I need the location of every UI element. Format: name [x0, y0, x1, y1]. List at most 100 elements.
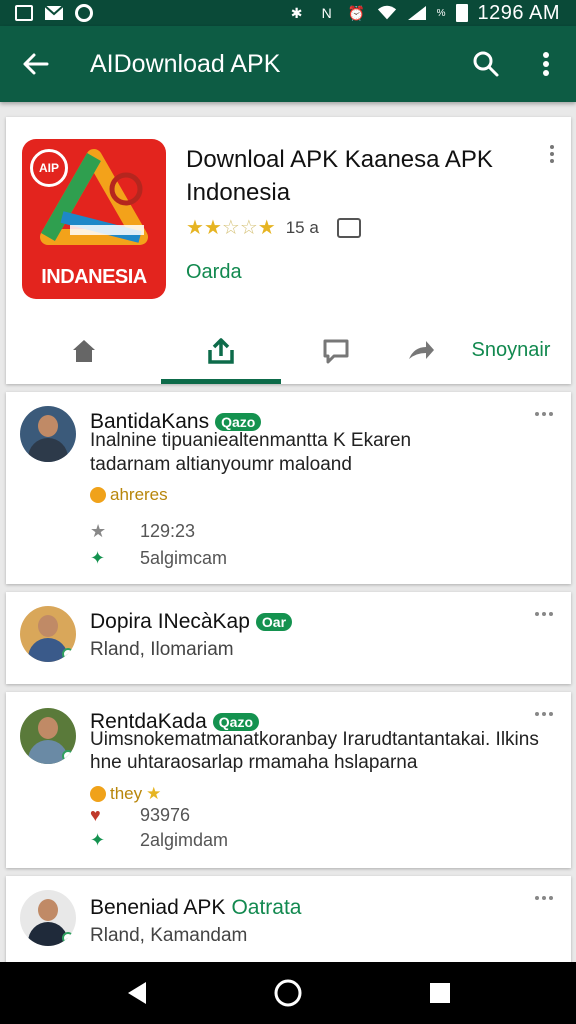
- avatar-head: [38, 615, 58, 637]
- home-icon: [72, 339, 95, 362]
- tab-comment[interactable]: [281, 317, 391, 384]
- nfc-icon: N: [321, 5, 332, 21]
- app-card-menu-button[interactable]: [547, 145, 557, 163]
- tab-home[interactable]: [6, 317, 161, 384]
- review-more-button[interactable]: [535, 412, 553, 416]
- rating-count: 15 a: [285, 218, 319, 237]
- nav-back-button[interactable]: [116, 973, 156, 1013]
- review-more-button[interactable]: [535, 612, 553, 616]
- more-vert-icon: [543, 52, 549, 76]
- review-meta-row: ♥ 93976: [90, 805, 190, 826]
- tab-snoynair[interactable]: Snoynair: [451, 317, 571, 384]
- system-nav-bar: [0, 962, 576, 1024]
- arrow-left-icon: [23, 53, 49, 75]
- search-button[interactable]: [456, 26, 516, 102]
- sync-icon: [74, 4, 94, 22]
- star-empty-icon: ☆: [239, 217, 258, 239]
- menu-dot: [549, 612, 553, 616]
- star-half-icon: ☆: [221, 217, 240, 239]
- app-title: Downloal APK Kaanesa APK Indonesia: [186, 146, 493, 206]
- star-badge-icon: ✦: [90, 548, 106, 568]
- app-icon-brand: INDANESIA: [41, 266, 147, 288]
- tab-share[interactable]: [161, 317, 281, 384]
- rating-stars: ★ ★ ☆ ☆ ★: [186, 218, 276, 238]
- app-icon[interactable]: AIP INDANESIA: [22, 139, 166, 299]
- menu-dot: [549, 412, 553, 416]
- review-reaction: they ★: [90, 784, 161, 804]
- status-right-icons: ✱ N ⏰ % 1296 AM: [287, 2, 560, 25]
- bluetooth-icon: ✱: [290, 5, 303, 21]
- review-meta-row: ✦ 5algimcam: [90, 548, 227, 569]
- star-badge-icon: ✦: [90, 830, 106, 850]
- review-reaction: ahreres: [90, 485, 168, 505]
- review-meta-text: 2algimdam: [140, 830, 229, 850]
- reviewer-location: Rland, Ilomariam: [90, 639, 234, 660]
- app-developer[interactable]: Oarda: [186, 261, 242, 284]
- nav-recents-icon: [430, 983, 450, 1003]
- avatar[interactable]: [20, 606, 76, 662]
- app-rating: ★ ★ ☆ ☆ ★ 15 a: [186, 218, 361, 238]
- menu-dot: [550, 145, 554, 149]
- menu-dot: [535, 712, 539, 716]
- avatar-head: [38, 717, 58, 739]
- review-card: Beneniad APK Oatrata Rland, Kamandam: [6, 876, 571, 966]
- status-time: 1296 AM: [477, 1, 560, 24]
- menu-dot: [542, 612, 546, 616]
- review-more-button[interactable]: [535, 712, 553, 716]
- wifi-icon: [377, 5, 397, 21]
- status-left-icons: [14, 4, 94, 22]
- star-outline-icon: ★: [90, 521, 107, 541]
- mail-icon: [44, 5, 64, 21]
- star-icon: ★: [257, 217, 276, 239]
- avatar[interactable]: [20, 890, 76, 946]
- emoji-icon: [90, 786, 106, 802]
- reviewer-name-text: Dopira INecàKap: [90, 610, 250, 633]
- emoji-icon: [90, 487, 106, 503]
- share-icon: [208, 337, 234, 364]
- alarm-icon: ⏰: [347, 5, 366, 21]
- app-logo-graphic: [40, 149, 148, 245]
- review-text-line: Uimsnokematmanatkoranbay Irarudtantantak…: [90, 729, 539, 750]
- battery-icon: [455, 4, 468, 22]
- reaction-text: they: [110, 784, 143, 803]
- app-header-card: AIP INDANESIA Downloal APK Kaanesa APK I…: [6, 117, 571, 384]
- review-meta-row: ✦ 2algimdam: [90, 830, 228, 851]
- menu-dot: [549, 896, 553, 900]
- avatar[interactable]: [20, 406, 76, 462]
- menu-dot: [535, 412, 539, 416]
- reviewer-badge: Oatrata: [231, 896, 302, 919]
- menu-dot: [535, 612, 539, 616]
- image-icon: [14, 5, 34, 21]
- avatar[interactable]: [20, 708, 76, 764]
- reviewer-name[interactable]: Dopira INecàKap Oar: [90, 610, 293, 634]
- verified-badge-icon: [62, 750, 74, 762]
- star-icon: ★: [186, 217, 204, 239]
- back-button[interactable]: [0, 26, 70, 102]
- review-meta-text: 5algimcam: [140, 548, 228, 568]
- content-rating-icon: [336, 218, 361, 238]
- star-icon: ★: [146, 784, 162, 803]
- nav-back-icon: [128, 982, 146, 1004]
- nav-recents-button[interactable]: [420, 973, 460, 1013]
- signal-icon: [407, 5, 427, 21]
- menu-dot: [550, 152, 554, 156]
- nav-home-button[interactable]: [268, 973, 308, 1013]
- verified-badge-icon: [62, 648, 74, 660]
- reviewer-name-text: Beneniad APK: [90, 896, 226, 919]
- reviewer-name[interactable]: Beneniad APK Oatrata: [90, 896, 302, 920]
- review-text-line: hne uhtaraosarlap rmamaha hslaparna: [90, 752, 418, 773]
- avatar-head: [38, 899, 58, 921]
- reaction-text: ahreres: [110, 485, 168, 504]
- app-bar: AIDownload APK: [0, 26, 576, 102]
- reviewer-location: Rland, Kamandam: [90, 925, 248, 946]
- menu-dot: [542, 712, 546, 716]
- menu-dot: [542, 412, 546, 416]
- review-text-line: tadarnam altianyoumr maloand: [90, 454, 352, 475]
- app-action-tabs: Snoynair: [6, 317, 571, 384]
- menu-dot: [542, 896, 546, 900]
- app-bar-title: AIDownload APK: [90, 49, 281, 78]
- overflow-menu-button[interactable]: [516, 26, 576, 102]
- tab-forward[interactable]: [391, 317, 451, 384]
- review-more-button[interactable]: [535, 896, 553, 900]
- forward-icon: [409, 340, 434, 359]
